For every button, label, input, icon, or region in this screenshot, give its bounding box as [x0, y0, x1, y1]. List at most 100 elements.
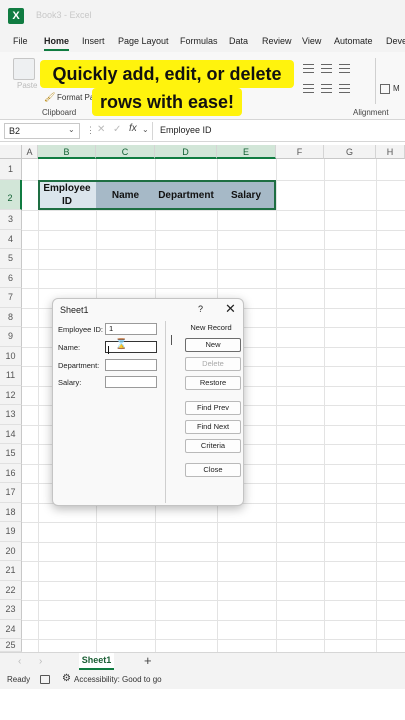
cell-b2-employee-id[interactable]: Employee ID	[38, 180, 96, 210]
row-header-7[interactable]: 7	[0, 288, 22, 308]
tab-view[interactable]: View	[302, 36, 321, 46]
row-header-3[interactable]: 3	[0, 210, 22, 230]
row-header-17[interactable]: 17	[0, 483, 22, 503]
cancel-icon[interactable]: ✕	[97, 124, 105, 135]
enter-icon[interactable]: ✓	[113, 124, 121, 135]
close-button[interactable]: Close	[185, 463, 241, 477]
more-options-icon[interactable]: ⋮	[86, 125, 95, 136]
salary-field[interactable]	[105, 376, 157, 388]
row-header-18[interactable]: 18	[0, 502, 22, 522]
caption-line-1: Quickly add, edit, or delete	[40, 60, 294, 88]
align-right-icon[interactable]	[339, 84, 350, 93]
accessibility-status[interactable]: Accessibility: Good to go	[74, 675, 162, 684]
record-scrollbar[interactable]	[171, 335, 172, 345]
name-label: Name:	[58, 343, 81, 352]
department-label: Department:	[58, 361, 100, 370]
tab-developer[interactable]: Deve	[386, 36, 405, 46]
align-middle-icon[interactable]	[321, 64, 332, 73]
find-next-button[interactable]: Find Next	[185, 420, 241, 434]
tab-automate[interactable]: Automate	[334, 36, 373, 46]
tab-formulas[interactable]: Formulas	[180, 36, 218, 46]
align-center-icon[interactable]	[321, 84, 332, 93]
chevron-down-icon[interactable]: ⌄	[68, 125, 75, 134]
tab-page-layout[interactable]: Page Layout	[118, 36, 169, 46]
paste-icon[interactable]	[13, 58, 35, 80]
cell-e2-salary[interactable]: Salary	[217, 180, 275, 210]
row-header-11[interactable]: 11	[0, 366, 22, 386]
row-header-9[interactable]: 9	[0, 327, 22, 347]
macro-recording-icon[interactable]	[40, 675, 50, 684]
active-tab-indicator	[44, 49, 69, 51]
row-header-2[interactable]: 2	[0, 180, 22, 210]
row-header-21[interactable]: 21	[0, 561, 22, 581]
merge-icon[interactable]	[380, 84, 390, 94]
row-header-15[interactable]: 15	[0, 444, 22, 464]
column-header-e[interactable]: E	[217, 145, 276, 159]
row-header-14[interactable]: 14	[0, 424, 22, 444]
row-header-13[interactable]: 13	[0, 405, 22, 425]
gridline	[22, 600, 405, 601]
align-left-icon[interactable]	[303, 84, 314, 93]
row-header-16[interactable]: 16	[0, 463, 22, 483]
cell-c2-name[interactable]: Name	[96, 180, 155, 210]
data-form-dialog: Sheet1 ? ✕ Employee ID: 1 Name: ⌛ Depart…	[52, 298, 244, 506]
column-header-g[interactable]: G	[324, 145, 376, 159]
tab-file[interactable]: File	[13, 36, 28, 46]
row-header-1[interactable]: 1	[0, 159, 22, 180]
chevron-down-icon[interactable]: ⌄	[142, 125, 149, 134]
tab-home[interactable]: Home	[44, 36, 69, 46]
tab-data[interactable]: Data	[229, 36, 248, 46]
add-sheet-icon[interactable]: +	[144, 653, 152, 668]
delete-button[interactable]: Delete	[185, 357, 241, 371]
column-header-h[interactable]: H	[376, 145, 405, 159]
cell-d2-department[interactable]: Department	[155, 180, 217, 210]
caption-overlay: Quickly add, edit, or delete rows with e…	[40, 60, 294, 116]
bottom-padding	[0, 689, 405, 720]
row-header-23[interactable]: 23	[0, 600, 22, 620]
chevron-right-icon[interactable]: ›	[39, 656, 42, 667]
new-button[interactable]: New	[185, 338, 241, 352]
formula-bar-divider	[152, 122, 153, 140]
status-bar: Ready ⚙ Accessibility: Good to go	[0, 671, 405, 689]
window-title: Book3 - Excel	[36, 10, 92, 20]
department-field[interactable]	[105, 359, 157, 371]
merge-label[interactable]: M	[393, 84, 400, 93]
row-header-20[interactable]: 20	[0, 541, 22, 561]
formula-input[interactable]: Employee ID	[160, 125, 212, 135]
row-header-5[interactable]: 5	[0, 249, 22, 269]
tab-review[interactable]: Review	[262, 36, 292, 46]
employee-id-field[interactable]: 1	[105, 323, 157, 335]
column-header-b[interactable]: B	[38, 145, 96, 159]
criteria-button[interactable]: Criteria	[185, 439, 241, 453]
sheet-tab-sheet1[interactable]: Sheet1	[79, 653, 114, 670]
paste-label[interactable]: Paste	[17, 81, 37, 90]
ribbon-divider	[375, 58, 376, 104]
row-header-12[interactable]: 12	[0, 385, 22, 405]
column-header-a[interactable]: A	[22, 145, 38, 159]
row-header-24[interactable]: 24	[0, 619, 22, 639]
chevron-left-icon[interactable]: ‹	[18, 656, 21, 667]
row-header-22[interactable]: 22	[0, 580, 22, 600]
column-header-c[interactable]: C	[96, 145, 155, 159]
row-header-19[interactable]: 19	[0, 522, 22, 542]
tab-insert[interactable]: Insert	[82, 36, 105, 46]
select-all-corner[interactable]	[0, 145, 22, 159]
find-prev-button[interactable]: Find Prev	[185, 401, 241, 415]
row-header-4[interactable]: 4	[0, 229, 22, 249]
row-header-8[interactable]: 8	[0, 307, 22, 327]
column-header-d[interactable]: D	[155, 145, 217, 159]
align-bottom-icon[interactable]	[339, 64, 350, 73]
align-top-icon[interactable]	[303, 64, 314, 73]
salary-label: Salary:	[58, 378, 82, 387]
title-bar: X Book3 - Excel	[0, 0, 405, 32]
row-header-10[interactable]: 10	[0, 346, 22, 366]
name-field[interactable]	[105, 341, 157, 353]
row-header-6[interactable]: 6	[0, 268, 22, 288]
close-icon[interactable]: ✕	[225, 301, 236, 317]
accessibility-icon[interactable]: ⚙	[62, 673, 71, 684]
help-icon[interactable]: ?	[198, 304, 203, 314]
insert-function-button[interactable]: fx	[129, 123, 137, 134]
restore-button[interactable]: Restore	[185, 376, 241, 390]
column-header-f[interactable]: F	[276, 145, 324, 159]
row-header-25[interactable]: 25	[0, 639, 22, 652]
